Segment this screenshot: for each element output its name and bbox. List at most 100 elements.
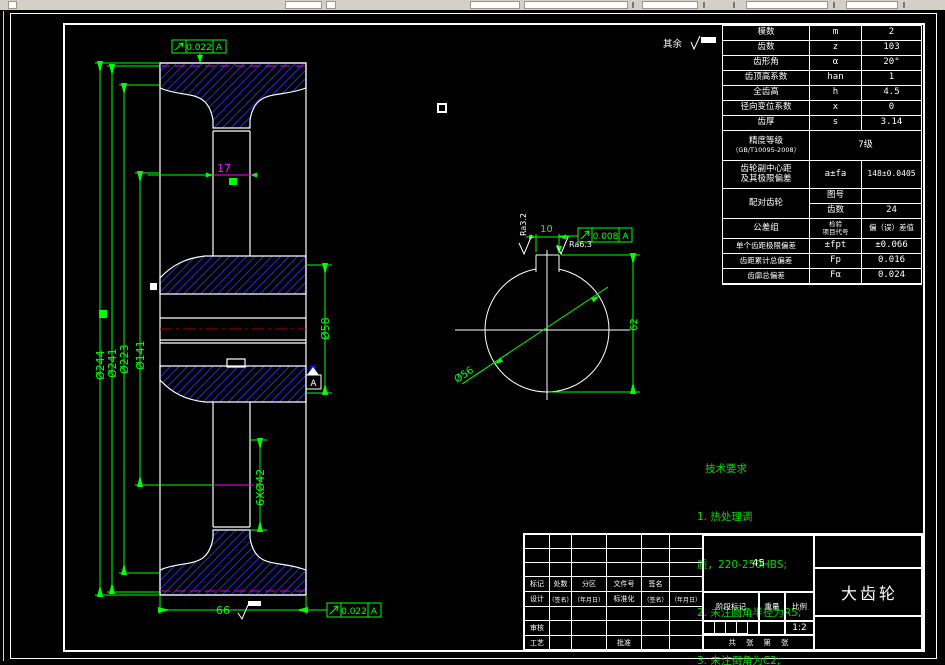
title-block-revision-grid: 标记 处数 分区 文件号 签名 设计 （签名） （年月日） 标准化 （签名） （… [525,535,703,650]
scale-label-cell: 比例 [785,592,814,621]
gear-section-view: Ø244 Ø241 Ø223 Ø141 Ø58 6XØ42 66 17 0.02… [94,39,382,621]
hub-bottom-hatch [159,365,307,403]
mate-teeth-value: 24 [862,204,921,219]
rest-label: 其余 [663,38,683,50]
tb-label: （签名） [642,592,670,607]
grip-white[interactable] [150,283,157,290]
toolbar-divider [833,2,835,8]
highlight-lines [213,174,253,486]
toolbar-button[interactable] [8,1,17,9]
tech-req-line: 1. 热处理调 [697,511,753,523]
tol-label: 单个齿距极限偏差 [723,239,810,254]
tol-label: 齿廓总偏差 [723,269,810,284]
bore-fcf-datum: A [622,232,629,242]
toolbar-divider [703,2,705,8]
tb-label: 签名 [642,577,670,592]
datum-letter: A [310,379,317,389]
tol-symbol: Fα [810,269,862,284]
stage-mark-cell: 阶段标记 [703,592,759,621]
scale-value-cell: 1:2 [785,621,814,635]
param-value: 3.14 [862,116,921,131]
datum-flag: A [305,365,322,390]
param-symbol: x [810,101,862,116]
toolbar-segment[interactable] [470,1,520,9]
toolbar-strip [0,0,945,10]
tol-group-value: 偏（误）差值 [862,219,921,239]
toolbar-segment[interactable] [746,1,828,9]
param-symbol: m [810,26,862,41]
toolbar-divider [632,2,634,8]
mate-drawing-no-label: 图号 [810,189,862,204]
param-label: 齿数 [723,41,810,56]
rest-roughness-note: 其余 [663,35,716,51]
param-symbol: s [810,116,862,131]
toolbar-segment[interactable] [524,1,628,9]
dim-web: 17 [217,162,231,175]
toolbar-segment[interactable] [642,1,698,9]
param-symbol: han [810,71,862,86]
scrollbar-thumb[interactable] [285,1,322,9]
fcf-bottom: 0.022 A [326,602,382,618]
drawing-number-cell [814,535,925,568]
bore-outline [455,250,630,400]
fcf-top-datum: A [216,43,223,53]
dim-d58: Ø58 [319,317,332,340]
dim-keyway-depth: 62 [629,318,640,331]
param-label: 模数 [723,26,810,41]
toolbar-button[interactable] [326,1,336,9]
dim-d141: Ø141 [134,340,147,370]
center-distance-label: 齿轮副中心距 及其极限偏差 [723,161,810,189]
tech-req-line: 3. 未注倒角为C2; [697,655,781,665]
tb-label: 处数 [550,577,572,592]
runout-icon [580,230,590,240]
roughness-top-label: Ra6.3 [569,240,592,249]
param-value: 1 [862,71,921,86]
tb-label: 标准化 [607,592,642,607]
tol-label: 齿距累计总偏差 [723,254,810,269]
param-value: 4.5 [862,86,921,101]
roughness-icon [690,35,701,51]
toolbar-divider [903,2,905,8]
grip-green[interactable] [99,310,107,318]
grip-green[interactable] [229,178,237,185]
param-value: 2 [862,26,921,41]
tb-label: 批准 [607,636,642,650]
toolbar-segment[interactable] [846,1,898,9]
tol-value: 0.016 [862,254,921,269]
sheet-count-cell: 共张 第张 [703,635,814,650]
title-block: 标记 处数 分区 文件号 签名 设计 （签名） （年月日） 标准化 （签名） （… [523,533,925,652]
weight-value-cell [759,621,785,635]
tb-label: （年月日） [572,592,607,607]
dim-keyway-width: 10 [540,224,553,235]
tol-symbol: ±fpt [810,239,862,254]
rim-top-hatch [159,62,307,129]
tol-value: 0.024 [862,269,921,284]
param-label: 径向变位系数 [723,101,810,116]
bore-fcf-value: 0.008 [593,232,619,242]
param-symbol: h [810,86,862,101]
datum-triangle [307,367,319,375]
tb-label: （年月日） [670,592,703,607]
roughness-value-blob [701,37,716,43]
runout-icon [329,605,339,615]
tol-group-symbol: 检验 项目代号 [810,219,862,239]
roughness-side-label: Ra3.2 [519,213,528,236]
company-cell [814,616,925,650]
tb-label: 工艺 [525,636,550,650]
cad-drawing-canvas: Ø244 Ø241 Ø223 Ø141 Ø58 6XØ42 66 17 0.02… [0,0,945,665]
dim-d223: Ø223 [118,344,131,374]
bore-end-view: 0.008 A 10 Ø56 62 Ra3.2 Ra6.3 [452,213,640,400]
fcf-bottom-datum: A [371,607,378,617]
mate-gear-label: 配对齿轮 [723,189,810,219]
tol-group-label: 公差组 [723,219,810,239]
center-distance-symbol: a±fa [810,161,862,189]
stage-sub-cells [703,621,759,635]
tb-label: 标记 [525,577,550,592]
fcf-bottom-value: 0.022 [341,607,367,617]
tb-label: 审核 [525,621,550,636]
tb-label: 文件号 [607,577,642,592]
center-lines [160,65,306,592]
window-edge [3,11,4,661]
part-name-cell: 大齿轮 [814,568,925,616]
tol-symbol: Fp [810,254,862,269]
